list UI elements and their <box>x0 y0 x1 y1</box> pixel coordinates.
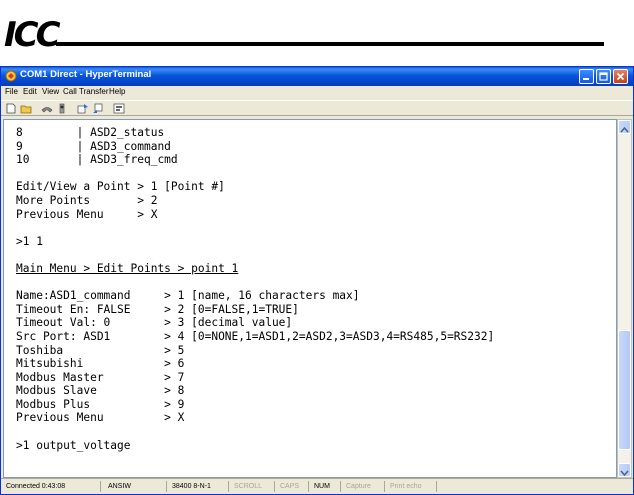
terminal-line: >1 1 <box>16 234 43 248</box>
menu-edit[interactable]: Edit <box>23 87 37 96</box>
hyperterminal-app-icon[interactable] <box>5 70 17 82</box>
terminal-output: 8 | ASD2_status 9 | ASD3_command 10 | AS… <box>16 126 494 452</box>
status-print-echo: Print echo <box>387 481 437 492</box>
terminal-line: >1 output_voltage <box>16 438 131 452</box>
terminal-line: Main Menu > Edit Points > point 1 <box>16 261 239 275</box>
minimize-icon <box>583 78 589 80</box>
status-bar: Connected 0:43:08 ANSIW 38400 8-N-1 SCRO… <box>1 478 633 494</box>
toolbar <box>1 100 633 116</box>
status-capture: Capture <box>343 481 385 492</box>
open-icon[interactable] <box>20 103 32 114</box>
phone-icon[interactable] <box>41 103 53 114</box>
receive-icon[interactable] <box>92 103 104 114</box>
scroll-up-button[interactable] <box>618 120 631 134</box>
terminal-line: Timeout Val: 0 > 3 [decimal value] <box>16 316 293 330</box>
disconnect-icon[interactable] <box>56 103 68 114</box>
send-icon[interactable] <box>77 103 89 114</box>
terminal-line: Previous Menu > X <box>16 411 185 425</box>
menu-file[interactable]: File <box>5 87 18 96</box>
title-bar[interactable]: COM1 Direct - HyperTerminal <box>1 67 633 86</box>
close-button[interactable] <box>613 69 628 84</box>
terminal-line: More Points > 2 <box>16 193 158 207</box>
close-icon <box>616 72 625 81</box>
terminal-line: 10 | ASD3_freq_cmd <box>16 153 178 167</box>
menu-help[interactable]: Help <box>109 87 125 96</box>
chevron-up-icon <box>620 126 629 133</box>
terminal-line: Mitsubishi > 6 <box>16 357 185 371</box>
status-scroll: SCROLL <box>231 481 275 492</box>
menu-transfer[interactable]: Transfer <box>79 87 109 96</box>
header-rule <box>56 42 604 46</box>
new-icon[interactable] <box>5 103 17 114</box>
status-emulation: ANSIW <box>105 481 167 492</box>
maximize-button[interactable] <box>596 69 611 84</box>
status-caps: CAPS <box>277 481 309 492</box>
icc-logo: ICC <box>4 15 61 55</box>
terminal-line: Previous Menu > X <box>16 207 158 221</box>
status-num: NUM <box>311 481 341 492</box>
terminal-line: Toshiba > 5 <box>16 343 185 357</box>
hyperterminal-window: COM1 Direct - HyperTerminal File Edit Vi… <box>0 66 634 495</box>
status-connected: Connected 0:43:08 <box>3 481 101 492</box>
minimize-button[interactable] <box>579 69 594 84</box>
vertical-scrollbar[interactable] <box>617 119 632 478</box>
scroll-thumb[interactable] <box>618 330 631 450</box>
terminal-line: Src Port: ASD1 > 4 [0=NONE,1=ASD1,2=ASD2… <box>16 329 495 343</box>
menu-bar: File Edit View Call Transfer Help <box>1 86 633 99</box>
terminal-screen[interactable]: 8 | ASD2_status 9 | ASD3_command 10 | AS… <box>3 119 617 478</box>
terminal-line: Modbus Plus > 9 <box>16 397 185 411</box>
menu-call[interactable]: Call <box>63 87 77 96</box>
terminal-line: Modbus Slave > 8 <box>16 384 185 398</box>
terminal-line: Name:ASD1_command > 1 [name, 16 characte… <box>16 289 360 303</box>
terminal-line: Edit/View a Point > 1 [Point #] <box>16 180 225 194</box>
maximize-icon <box>599 72 608 81</box>
terminal-line: Timeout En: FALSE > 2 [0=FALSE,1=TRUE] <box>16 302 299 316</box>
status-port-settings: 38400 8-N-1 <box>169 481 229 492</box>
terminal-line: 9 | ASD3_command <box>16 139 171 153</box>
terminal-line: Modbus Master > 7 <box>16 370 185 384</box>
properties-icon[interactable] <box>113 103 125 114</box>
window-title: COM1 Direct - HyperTerminal <box>20 69 152 80</box>
terminal-line: 8 | ASD2_status <box>16 126 165 139</box>
menu-view[interactable]: View <box>42 87 59 96</box>
scroll-down-button[interactable] <box>618 463 631 477</box>
